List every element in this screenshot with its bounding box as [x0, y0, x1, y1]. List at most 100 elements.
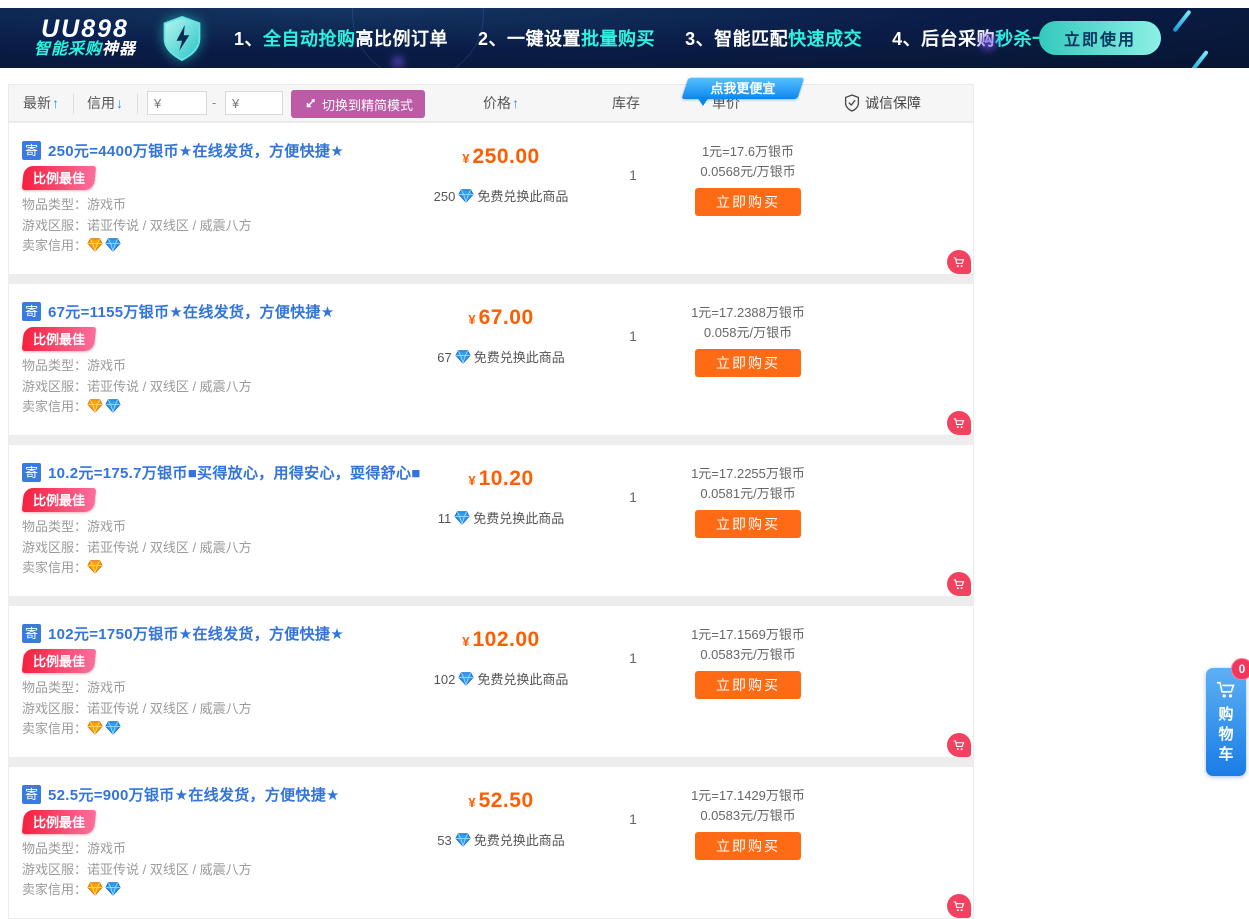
add-to-cart-icon[interactable]	[947, 894, 971, 918]
redeem-count: 53	[437, 833, 451, 848]
server-value: 诺亚传说 / 双线区 / 威震八方	[87, 218, 252, 233]
rate-line-2: 0.0583元/万银币	[673, 645, 823, 665]
listing-title-line: 寄 52.5元=900万银币★在线发货，方便快捷★	[22, 784, 340, 805]
seller-credit-gems	[87, 560, 105, 575]
add-to-cart-icon[interactable]	[947, 572, 971, 596]
server-value: 诺亚传说 / 双线区 / 威震八方	[87, 379, 252, 394]
banner-feature: 2、一键设置批量购买	[478, 25, 655, 51]
buy-now-button[interactable]: 立即购买	[695, 349, 801, 377]
listing-title-line: 寄 250元=4400万银币★在线发货，方便快捷★	[22, 140, 344, 161]
price-column: ¥10.20 11免费兑换此商品	[431, 445, 571, 527]
banner-decoration	[392, 56, 404, 68]
yuan-sign: ¥	[468, 473, 475, 488]
listing-list: 寄 250元=4400万银币★在线发货，方便快捷★ 比例最佳 物品类型：游戏币 …	[8, 122, 974, 919]
logo-title: UU898	[34, 17, 136, 41]
best-ratio-badge: 比例最佳	[22, 166, 97, 190]
price-column: ¥250.00 250免费兑换此商品	[431, 123, 571, 205]
sort-newest[interactable]: 最新↑	[23, 85, 59, 121]
buy-now-button[interactable]: 立即购买	[695, 832, 801, 860]
listing-row: 寄 10.2元=175.7万银币■买得放心，用得安心，耍得舒心■ 比例最佳 物品…	[8, 444, 974, 597]
listing-title-link[interactable]: 67元=1155万银币★在线发货，方便快捷★	[48, 301, 334, 322]
item-type-value: 游戏币	[87, 197, 126, 212]
listing-title-link[interactable]: 102元=1750万银币★在线发货，方便快捷★	[48, 623, 344, 644]
orange-diamond-icon	[87, 560, 105, 575]
buy-now-button[interactable]: 立即购买	[695, 671, 801, 699]
use-now-button[interactable]: 立即使用	[1039, 21, 1161, 55]
banner-feature: 3、智能匹配快速成交	[685, 25, 862, 51]
credit-line: 卖家信用：	[22, 718, 123, 737]
blue-diamond-icon	[105, 238, 123, 253]
blue-diamond-icon	[452, 350, 474, 365]
item-type-line: 物品类型：游戏币	[22, 838, 126, 857]
sort-up-arrow-icon: ↑	[512, 95, 519, 111]
column-header-price[interactable]: 价格↑	[461, 85, 541, 121]
server-value: 诺亚传说 / 双线区 / 威震八方	[87, 540, 252, 555]
listing-title-line: 寄 67元=1155万银币★在线发货，方便快捷★	[22, 301, 334, 322]
best-ratio-badge: 比例最佳	[22, 649, 97, 673]
price-value: ¥102.00	[431, 628, 571, 652]
blue-diamond-icon	[451, 511, 473, 526]
redeem-count: 11	[438, 511, 452, 526]
add-to-cart-icon[interactable]	[947, 250, 971, 274]
unit-price-column: 1元=17.1429万银币 0.0583元/万银币 立即购买	[673, 767, 823, 860]
blue-diamond-icon	[452, 833, 474, 848]
item-type-value: 游戏币	[87, 680, 126, 695]
item-type-line: 物品类型：游戏币	[22, 355, 126, 374]
range-separator: -	[212, 85, 216, 121]
credit-line: 卖家信用：	[22, 235, 123, 254]
orange-diamond-icon	[87, 721, 105, 736]
yuan-sign: ¥	[468, 312, 475, 327]
promo-banner: UU898 智能采购神器 1、全自动抢购高比例订单2、一键设置批量购买3、智能匹…	[0, 8, 1249, 68]
server-line: 游戏区服：诺亚传说 / 双线区 / 威震八方	[22, 376, 252, 395]
listing-title-link[interactable]: 10.2元=175.7万银币■买得放心，用得安心，耍得舒心■	[48, 462, 421, 483]
buy-now-button[interactable]: 立即购买	[695, 510, 801, 538]
blue-diamond-icon	[451, 511, 473, 526]
unit-price-column: 1元=17.1569万银币 0.0583元/万银币 立即购买	[673, 606, 823, 699]
diagonal-resize-arrow-icon	[303, 98, 316, 111]
listing-row: 寄 250元=4400万银币★在线发货，方便快捷★ 比例最佳 物品类型：游戏币 …	[8, 122, 974, 275]
yuan-sign: ¥	[462, 634, 469, 649]
price-max-input[interactable]	[225, 91, 283, 115]
sort-credit[interactable]: 信用↓	[87, 85, 123, 121]
stock-value: 1	[603, 811, 663, 827]
item-type-value: 游戏币	[87, 519, 126, 534]
banner-decoration	[1187, 50, 1209, 68]
orange-diamond-icon	[87, 399, 105, 414]
price-column: ¥52.50 53免费兑换此商品	[431, 767, 571, 849]
switch-mode-button[interactable]: 切换到精简模式	[291, 90, 425, 118]
server-value: 诺亚传说 / 双线区 / 威震八方	[87, 862, 252, 877]
cheaper-tooltip[interactable]: 点我更便宜	[681, 77, 804, 99]
item-type-value: 游戏币	[87, 358, 126, 373]
add-to-cart-icon[interactable]	[947, 733, 971, 757]
listing-title-link[interactable]: 52.5元=900万银币★在线发货，方便快捷★	[48, 784, 340, 805]
blue-diamond-icon	[105, 399, 123, 414]
redeem-count: 67	[437, 350, 451, 365]
listing-title-line: 寄 10.2元=175.7万银币■买得放心，用得安心，耍得舒心■	[22, 462, 421, 483]
buy-now-button[interactable]: 立即购买	[695, 188, 801, 216]
rate-line-2: 0.0568元/万银币	[673, 162, 823, 182]
credit-line: 卖家信用：	[22, 557, 105, 576]
redeem-line: 11免费兑换此商品	[431, 508, 571, 527]
redeem-count: 250	[434, 189, 456, 204]
price-min-input[interactable]	[147, 91, 207, 115]
integrity-guarantee-toggle[interactable]: 诚信保障	[844, 85, 921, 121]
column-header-stock[interactable]: 库存	[596, 85, 656, 121]
redeem-line: 102免费兑换此商品	[431, 669, 571, 688]
floating-cart-button[interactable]: 0 购物车	[1206, 668, 1246, 776]
blue-diamond-icon	[455, 189, 477, 204]
rate-line-1: 1元=17.2388万银币	[673, 303, 823, 323]
unit-price-column: 1元=17.2388万银币 0.058元/万银币 立即购买	[673, 284, 823, 377]
price-value: ¥67.00	[431, 306, 571, 330]
cart-label: 购物车	[1217, 705, 1235, 765]
rate-line-1: 1元=17.1429万银币	[673, 786, 823, 806]
divider	[137, 93, 138, 114]
consign-tag-badge: 寄	[22, 463, 41, 482]
consign-tag-badge: 寄	[22, 624, 41, 643]
seller-credit-gems	[87, 399, 123, 414]
logo-subtitle: 智能采购神器	[34, 41, 136, 59]
shield-check-icon	[844, 94, 860, 112]
add-to-cart-icon[interactable]	[947, 411, 971, 435]
sort-up-arrow-icon: ↑	[52, 95, 59, 111]
listing-title-link[interactable]: 250元=4400万银币★在线发货，方便快捷★	[48, 140, 344, 161]
tooltip-pointer	[697, 97, 709, 112]
